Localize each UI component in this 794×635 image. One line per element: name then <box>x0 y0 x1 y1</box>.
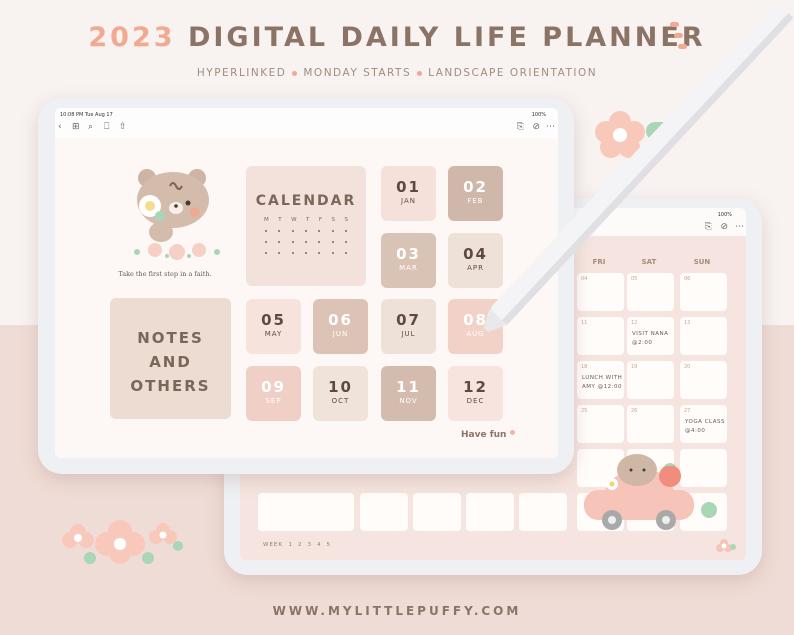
website-url[interactable]: WWW.MYLITTLEPUFFY.COM <box>0 604 794 618</box>
flower-decoration <box>62 520 183 564</box>
